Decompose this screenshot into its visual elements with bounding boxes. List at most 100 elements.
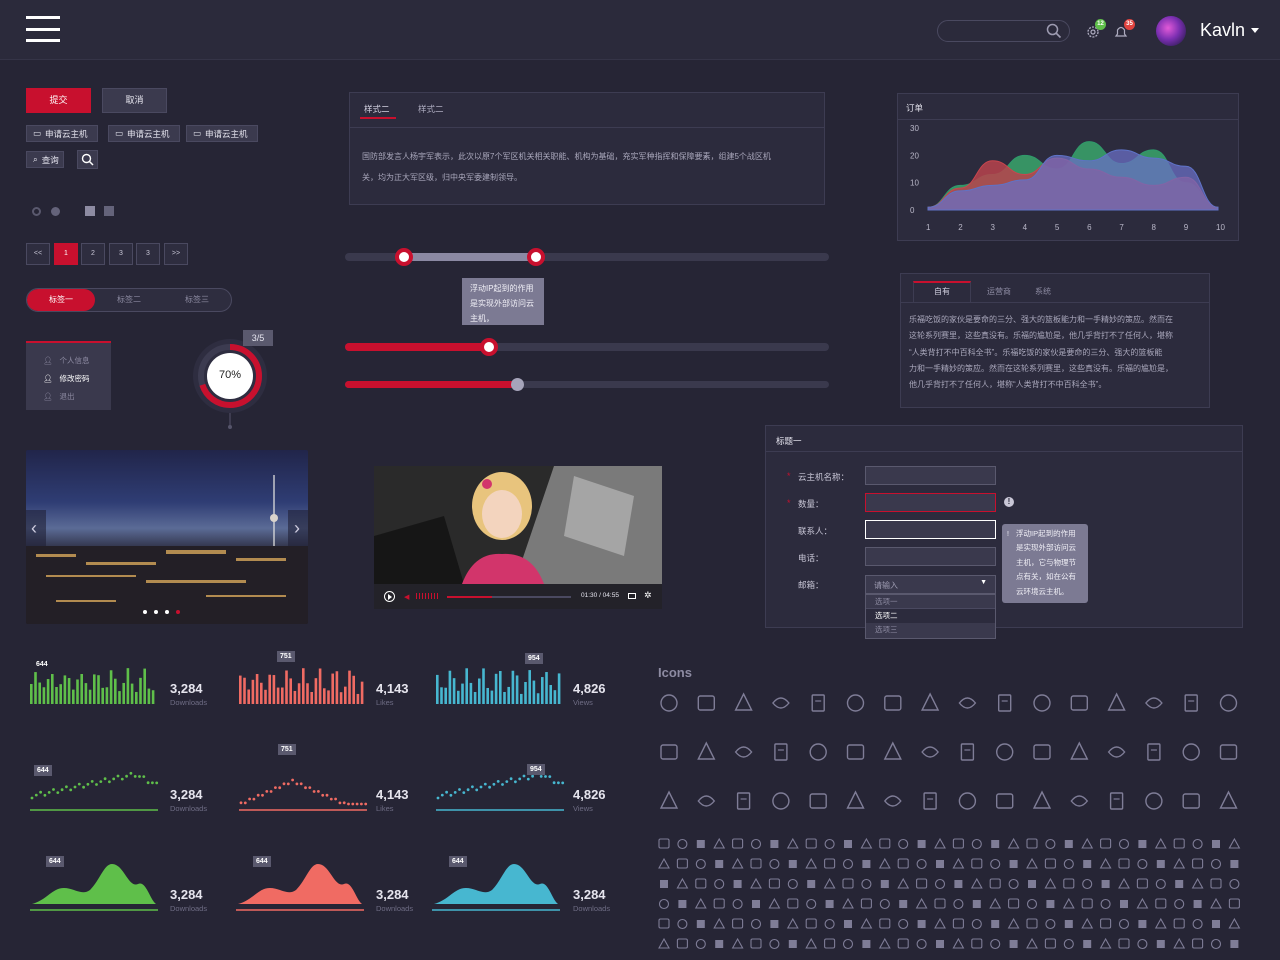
- small-icon[interactable]: [769, 858, 780, 870]
- cloud-icon[interactable]: [660, 694, 678, 712]
- contact-input[interactable]: [865, 520, 996, 539]
- small-icon[interactable]: [916, 858, 927, 870]
- small-icon[interactable]: [658, 937, 670, 949]
- paperclip-icon[interactable]: [996, 793, 1014, 809]
- small-icon[interactable]: [1099, 937, 1112, 949]
- small-icon[interactable]: [715, 940, 724, 948]
- small-icon[interactable]: [714, 878, 725, 890]
- cup-icon[interactable]: [883, 741, 902, 760]
- small-icon[interactable]: [916, 878, 928, 889]
- small-icon[interactable]: [787, 898, 799, 909]
- small-icon[interactable]: [952, 857, 965, 869]
- small-icon[interactable]: [1046, 900, 1055, 908]
- small-icon[interactable]: [1100, 918, 1112, 929]
- carousel-dot[interactable]: [154, 610, 158, 614]
- search-icon[interactable]: [998, 694, 1012, 712]
- page-1[interactable]: 1: [54, 243, 78, 265]
- small-icon[interactable]: [917, 920, 926, 928]
- username[interactable]: Kavln: [1200, 20, 1245, 41]
- small-icon[interactable]: [750, 938, 762, 949]
- small-icon[interactable]: [1063, 858, 1074, 870]
- satellite-icon[interactable]: [811, 694, 825, 712]
- small-icon[interactable]: [897, 877, 910, 889]
- apply-host-button[interactable]: ▭ 申请云主机: [186, 125, 258, 142]
- small-icon[interactable]: [1175, 880, 1184, 888]
- quantity-input[interactable]: [865, 493, 996, 512]
- small-icon[interactable]: [1156, 860, 1165, 868]
- small-icon[interactable]: [1064, 840, 1073, 848]
- small-icon[interactable]: [879, 838, 891, 849]
- small-icon[interactable]: [1136, 878, 1148, 889]
- avatar[interactable]: [1156, 16, 1186, 46]
- page-first[interactable]: <<: [26, 243, 50, 265]
- small-icon[interactable]: [1062, 897, 1075, 909]
- small-icon[interactable]: [917, 840, 926, 848]
- video-player[interactable]: ◀ 01:30 / 04:55 ✲: [374, 466, 662, 609]
- watch-icon[interactable]: [1147, 743, 1161, 761]
- small-icon[interactable]: [807, 880, 816, 888]
- volume-icon[interactable]: ◀: [404, 593, 409, 601]
- small-icon[interactable]: [1118, 838, 1130, 850]
- search-button[interactable]: [77, 150, 98, 169]
- apply-host-button[interactable]: ▭ 申请云主机: [108, 125, 180, 142]
- small-icon[interactable]: [786, 837, 799, 849]
- key-icon[interactable]: [958, 697, 977, 709]
- small-icon[interactable]: [695, 858, 706, 870]
- small-icon[interactable]: [1081, 837, 1094, 849]
- small-icon[interactable]: [1192, 918, 1203, 930]
- small-icon[interactable]: [1136, 897, 1149, 909]
- lock-icon[interactable]: [697, 741, 716, 760]
- video-icon[interactable]: [846, 694, 865, 712]
- small-icon[interactable]: [1026, 937, 1038, 949]
- small-icon[interactable]: [731, 857, 744, 869]
- small-icon[interactable]: [823, 877, 836, 889]
- small-icon[interactable]: [1174, 898, 1185, 910]
- small-icon[interactable]: [1155, 898, 1167, 909]
- page-last[interactable]: >>: [164, 243, 188, 265]
- small-icon[interactable]: [1009, 860, 1018, 868]
- small-icon[interactable]: [1210, 858, 1222, 870]
- small-icon[interactable]: [1118, 877, 1130, 889]
- small-icon[interactable]: [750, 858, 762, 869]
- small-icon[interactable]: [770, 840, 779, 848]
- cancel-button[interactable]: 取消: [102, 88, 167, 113]
- small-icon[interactable]: [1026, 918, 1038, 929]
- small-icon[interactable]: [1210, 897, 1222, 909]
- small-icon[interactable]: [879, 918, 891, 929]
- small-icon[interactable]: [1229, 878, 1240, 890]
- small-icon[interactable]: [715, 860, 724, 868]
- heart-icon[interactable]: [697, 695, 715, 711]
- star-icon[interactable]: [734, 692, 753, 711]
- inbox-icon[interactable]: [846, 744, 865, 760]
- small-icon[interactable]: [1045, 838, 1056, 850]
- small-icon[interactable]: [860, 837, 873, 849]
- small-icon[interactable]: [1026, 898, 1038, 910]
- small-icon[interactable]: [805, 937, 818, 949]
- small-icon[interactable]: [971, 918, 982, 930]
- slider-knob-2[interactable]: [511, 378, 524, 391]
- small-icon[interactable]: [824, 838, 835, 850]
- small-icon[interactable]: [899, 900, 908, 908]
- small-icon[interactable]: [824, 918, 835, 930]
- tab-style-2[interactable]: 样式二: [418, 103, 444, 115]
- small-icon[interactable]: [696, 840, 705, 848]
- small-icon[interactable]: [844, 920, 852, 928]
- small-icon[interactable]: [1192, 858, 1204, 869]
- trash-icon[interactable]: [884, 695, 902, 711]
- bowl-icon[interactable]: [883, 795, 902, 807]
- small-icon[interactable]: [752, 900, 760, 908]
- small-icon[interactable]: [972, 900, 981, 908]
- store-icon[interactable]: [1032, 790, 1052, 809]
- screen-icon[interactable]: [628, 593, 636, 599]
- small-icon[interactable]: [1192, 838, 1203, 850]
- tab-system[interactable]: 系统: [1035, 286, 1051, 297]
- small-icon[interactable]: [658, 898, 670, 910]
- small-icon[interactable]: [677, 918, 688, 930]
- small-icon[interactable]: [1154, 917, 1167, 929]
- small-icon[interactable]: [1173, 838, 1185, 849]
- shirt-icon[interactable]: [923, 792, 937, 810]
- music-icon[interactable]: [1182, 743, 1200, 761]
- small-icon[interactable]: [971, 938, 983, 949]
- small-icon[interactable]: [1083, 940, 1092, 948]
- small-icon[interactable]: [750, 838, 762, 850]
